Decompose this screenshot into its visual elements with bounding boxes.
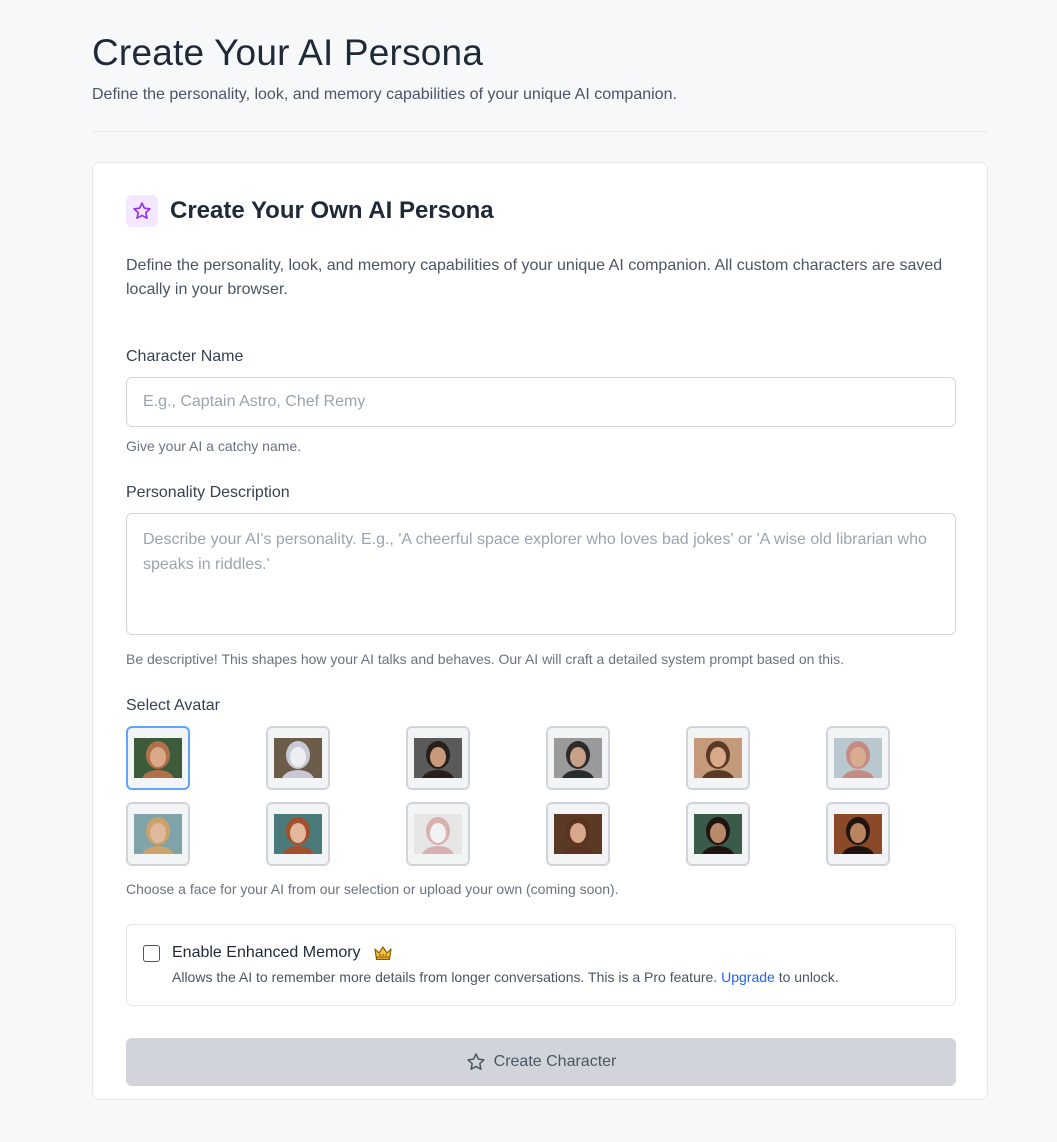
indian-man-avatar-image bbox=[834, 814, 882, 854]
fantasy-elf-avatar[interactable] bbox=[126, 726, 190, 790]
enhanced-memory-box: Enable Enhanced Memory Allows the AI to … bbox=[126, 924, 956, 1006]
enhanced-memory-checkbox[interactable] bbox=[143, 944, 160, 962]
create-character-button[interactable]: Create Character bbox=[126, 1038, 956, 1086]
enhanced-memory-description: Allows the AI to remember more details f… bbox=[172, 968, 939, 986]
star-icon bbox=[126, 195, 158, 227]
personality-label: Personality Description bbox=[126, 484, 290, 501]
page-title: Create Your AI Persona bbox=[92, 32, 484, 73]
white-kitten-avatar-image bbox=[274, 738, 322, 778]
bald-man-avatar-image bbox=[554, 738, 602, 778]
fantasy-elf-avatar-image bbox=[134, 738, 182, 778]
personality-textarea[interactable] bbox=[126, 513, 956, 635]
enhanced-memory-row: Enable Enhanced Memory bbox=[143, 944, 939, 962]
divider bbox=[92, 131, 988, 132]
hijab-woman-avatar-image bbox=[834, 738, 882, 778]
white-bunny-avatar-image bbox=[414, 814, 462, 854]
character-name-input[interactable] bbox=[126, 377, 956, 427]
brunette-woman-avatar[interactable] bbox=[686, 726, 750, 790]
card-title: Create Your Own AI Persona bbox=[170, 197, 494, 224]
enhanced-memory-label: Enable Enhanced Memory bbox=[172, 944, 361, 961]
blond-man-avatar-image bbox=[134, 814, 182, 854]
dark-haired-woman-avatar[interactable] bbox=[406, 726, 470, 790]
crown-icon bbox=[373, 945, 393, 961]
card-header: Create Your Own AI Persona bbox=[126, 195, 954, 227]
hijab-woman-avatar[interactable] bbox=[826, 726, 890, 790]
memory-desc-prefix: Allows the AI to remember more details f… bbox=[172, 969, 718, 985]
select-avatar-label: Select Avatar bbox=[126, 697, 220, 714]
white-kitten-avatar[interactable] bbox=[266, 726, 330, 790]
indian-woman-avatar[interactable] bbox=[686, 802, 750, 866]
library-woman-avatar[interactable] bbox=[546, 802, 610, 866]
upgrade-link[interactable]: Upgrade bbox=[721, 969, 775, 985]
character-name-hint: Give your AI a catchy name. bbox=[126, 438, 302, 454]
redhead-woman-avatar[interactable] bbox=[266, 802, 330, 866]
bald-man-avatar[interactable] bbox=[546, 726, 610, 790]
page-container: Create Your AI Persona Define the person… bbox=[92, 0, 988, 1100]
white-bunny-avatar[interactable] bbox=[406, 802, 470, 866]
memory-desc-suffix: to unlock. bbox=[778, 969, 839, 985]
star-icon bbox=[466, 1053, 485, 1070]
persona-form-card: Create Your Own AI Persona Define the pe… bbox=[92, 162, 988, 1100]
dark-haired-woman-avatar-image bbox=[414, 738, 462, 778]
character-name-label: Character Name bbox=[126, 348, 244, 365]
personality-hint: Be descriptive! This shapes how your AI … bbox=[126, 651, 844, 667]
blond-man-avatar[interactable] bbox=[126, 802, 190, 866]
avatar-hint: Choose a face for your AI from our selec… bbox=[126, 881, 619, 897]
redhead-woman-avatar-image bbox=[274, 814, 322, 854]
card-description: Define the personality, look, and memory… bbox=[126, 257, 943, 298]
page-subtitle: Define the personality, look, and memory… bbox=[92, 86, 677, 103]
library-woman-avatar-image bbox=[554, 814, 602, 854]
brunette-woman-avatar-image bbox=[694, 738, 742, 778]
indian-man-avatar[interactable] bbox=[826, 802, 890, 866]
avatar-grid bbox=[126, 726, 954, 866]
create-character-label: Create Character bbox=[493, 1053, 617, 1070]
indian-woman-avatar-image bbox=[694, 814, 742, 854]
